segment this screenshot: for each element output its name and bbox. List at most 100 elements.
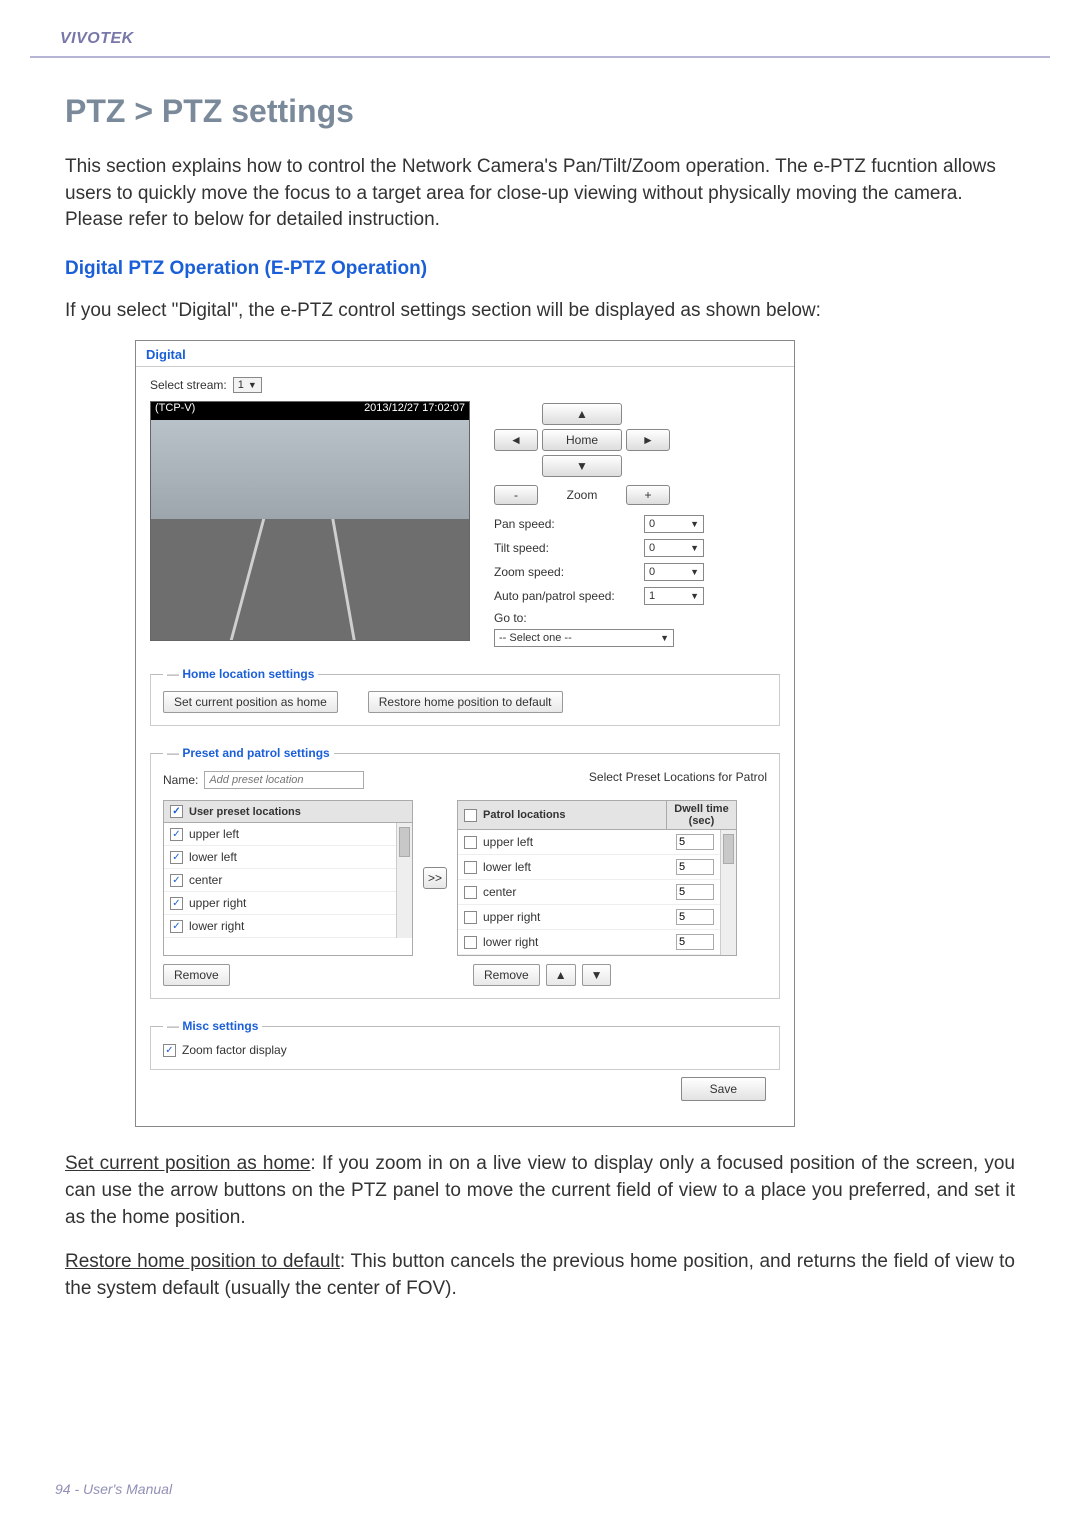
explain-restore-home: Restore home position to default: This b… — [65, 1249, 1015, 1302]
home-location-fieldset: Home location settings Set current posit… — [150, 667, 780, 726]
pan-speed-select[interactable]: 0▼ — [644, 515, 704, 533]
video-preview: (TCP-V) 2013/12/27 17:02:07 — [150, 401, 470, 641]
pan-left-button[interactable]: ◄ — [494, 429, 538, 451]
explain-set-home-term: Set current position as home — [65, 1153, 310, 1174]
ptz-settings-panel: Digital Select stream: 1 ▼ (TCP-V) 2013/… — [135, 340, 795, 1127]
patrol-checkbox[interactable] — [464, 936, 477, 949]
transfer-button[interactable]: >> — [423, 867, 447, 889]
patrol-checkbox[interactable] — [464, 911, 477, 924]
list-item[interactable]: upper left — [458, 830, 736, 855]
tab-digital[interactable]: Digital — [136, 341, 794, 367]
chevron-down-icon: ▼ — [660, 633, 669, 643]
patrol-label: upper right — [483, 910, 540, 924]
select-stream-value: 1 — [238, 379, 244, 391]
zoom-out-button[interactable]: - — [494, 485, 538, 505]
pan-down-button[interactable]: ▼ — [542, 455, 622, 477]
preset-checkbox[interactable] — [170, 874, 183, 887]
pan-up-button[interactable]: ▲ — [542, 403, 622, 425]
preset-patrol-legend: Preset and patrol settings — [163, 746, 334, 760]
patrol-checkbox[interactable] — [464, 861, 477, 874]
dwell-input[interactable] — [676, 859, 714, 875]
patrol-label: lower right — [483, 935, 538, 949]
restore-home-button[interactable]: Restore home position to default — [368, 691, 563, 713]
user-preset-list: User preset locations upper left lower l… — [163, 800, 413, 956]
preset-name-input[interactable] — [204, 771, 364, 789]
patrol-checkbox[interactable] — [464, 836, 477, 849]
tilt-speed-label: Tilt speed: — [494, 541, 644, 555]
list-item[interactable]: center — [458, 880, 736, 905]
list-item[interactable]: upper right — [458, 905, 736, 930]
preset-patrol-fieldset: Preset and patrol settings Name: Select … — [150, 746, 780, 999]
zoom-label: Zoom — [542, 488, 622, 502]
dwell-input[interactable] — [676, 884, 714, 900]
auto-speed-select[interactable]: 1▼ — [644, 587, 704, 605]
patrol-label: lower left — [483, 860, 531, 874]
chevron-down-icon: ▼ — [690, 543, 699, 553]
preset-select-all-checkbox[interactable] — [170, 805, 183, 818]
select-stream-dropdown[interactable]: 1 ▼ — [233, 377, 262, 393]
preset-checkbox[interactable] — [170, 828, 183, 841]
auto-speed-value: 1 — [649, 590, 655, 602]
preset-checkbox[interactable] — [170, 897, 183, 910]
dwell-input[interactable] — [676, 934, 714, 950]
list-item[interactable]: lower left — [164, 846, 412, 869]
zoom-speed-select[interactable]: 0▼ — [644, 563, 704, 581]
lead-in-text: If you select "Digital", the e-PTZ contr… — [65, 298, 1015, 325]
move-up-button[interactable]: ▲ — [546, 964, 576, 986]
header-band: VIVOTEK — [30, 30, 1050, 58]
user-preset-header: User preset locations — [189, 806, 301, 818]
set-home-button[interactable]: Set current position as home — [163, 691, 338, 713]
chevron-down-icon: ▼ — [690, 567, 699, 577]
pan-speed-label: Pan speed: — [494, 517, 644, 531]
document-page: VIVOTEK PTZ > PTZ settings This section … — [0, 0, 1080, 1527]
remove-preset-button[interactable]: Remove — [163, 964, 230, 986]
list-item[interactable]: lower right — [458, 930, 736, 955]
list-item[interactable]: lower left — [458, 855, 736, 880]
dwell-header: Dwell time (sec) — [666, 801, 736, 829]
patrol-list: Patrol locations Dwell time (sec) upper … — [457, 800, 737, 956]
misc-settings-legend: Misc settings — [163, 1019, 262, 1033]
chevron-down-icon: ▼ — [690, 519, 699, 529]
patrol-label: center — [483, 885, 516, 899]
save-button[interactable]: Save — [681, 1077, 766, 1101]
auto-speed-label: Auto pan/patrol speed: — [494, 589, 644, 603]
list-item[interactable]: upper right — [164, 892, 412, 915]
select-patrol-label: Select Preset Locations for Patrol — [589, 770, 767, 784]
home-location-legend: Home location settings — [163, 667, 318, 681]
list-item[interactable]: center — [164, 869, 412, 892]
scrollbar[interactable] — [396, 823, 412, 938]
misc-settings-fieldset: Misc settings Zoom factor display — [150, 1019, 780, 1070]
patrol-checkbox[interactable] — [464, 886, 477, 899]
patrol-select-all-checkbox[interactable] — [464, 809, 477, 822]
tilt-speed-value: 0 — [649, 542, 655, 554]
goto-select[interactable]: -- Select one -- ▼ — [494, 629, 674, 647]
zoom-in-button[interactable]: + — [626, 485, 670, 505]
page-title: PTZ > PTZ settings — [65, 93, 1015, 130]
zoom-factor-label: Zoom factor display — [182, 1043, 287, 1057]
preset-name-label: Name: — [163, 773, 198, 787]
explain-set-home: Set current position as home: If you zoo… — [65, 1151, 1015, 1231]
list-item[interactable]: lower right — [164, 915, 412, 938]
preset-checkbox[interactable] — [170, 851, 183, 864]
chevron-down-icon: ▼ — [248, 380, 257, 390]
list-item[interactable]: upper left — [164, 823, 412, 846]
section-subheading: Digital PTZ Operation (E-PTZ Operation) — [65, 258, 1015, 280]
dwell-input[interactable] — [676, 834, 714, 850]
move-down-button[interactable]: ▼ — [582, 964, 612, 986]
chevron-down-icon: ▼ — [690, 591, 699, 601]
preset-label: upper right — [189, 896, 246, 910]
page-footer: 94 - User's Manual — [55, 1481, 172, 1497]
scrollbar[interactable] — [720, 830, 736, 955]
pan-right-button[interactable]: ► — [626, 429, 670, 451]
goto-label: Go to: — [494, 611, 780, 625]
remove-patrol-button[interactable]: Remove — [473, 964, 540, 986]
video-timestamp: 2013/12/27 17:02:07 — [364, 402, 469, 420]
tilt-speed-select[interactable]: 0▼ — [644, 539, 704, 557]
patrol-label: upper left — [483, 835, 533, 849]
zoom-factor-checkbox[interactable] — [163, 1044, 176, 1057]
pan-speed-value: 0 — [649, 518, 655, 530]
dwell-input[interactable] — [676, 909, 714, 925]
preset-checkbox[interactable] — [170, 920, 183, 933]
home-button[interactable]: Home — [542, 429, 622, 451]
explain-restore-home-term: Restore home position to default — [65, 1251, 340, 1272]
